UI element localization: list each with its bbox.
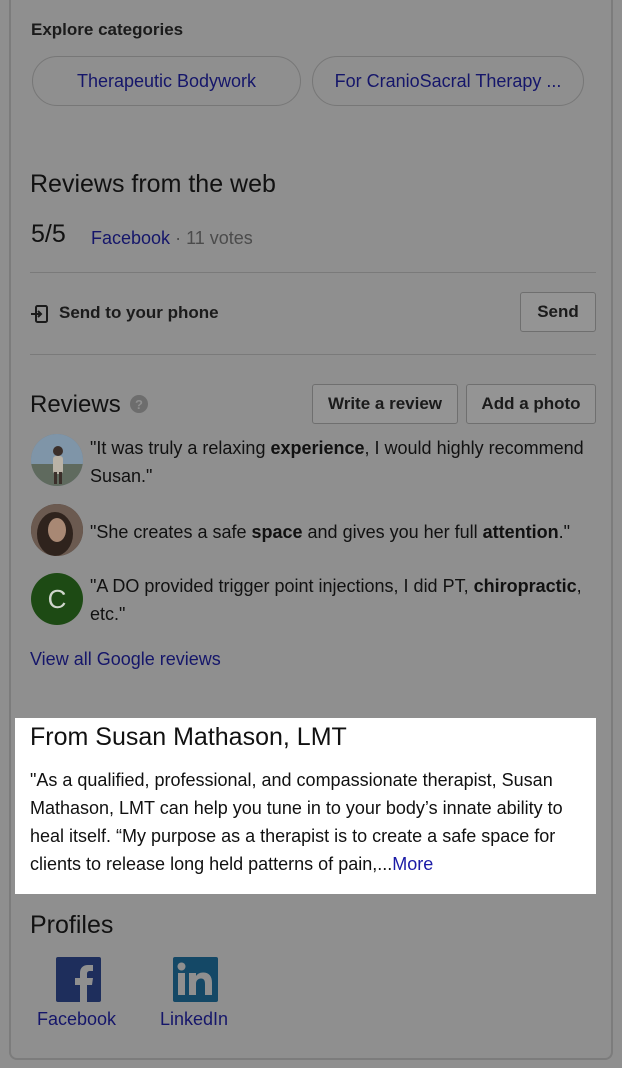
facebook-rating-link[interactable]: Facebook [91, 228, 170, 248]
divider [30, 354, 596, 355]
description-text: "As a qualified, professional, and compa… [30, 770, 563, 874]
review-snippet: "She creates a safe space and gives you … [90, 518, 600, 546]
vote-count: · 11 votes [175, 228, 253, 248]
review-text: "She creates a safe [90, 522, 252, 542]
chip-label: For CranioSacral Therapy ... [334, 70, 562, 91]
linkedin-icon[interactable] [173, 957, 218, 1002]
review-text: and gives you her full [302, 522, 483, 542]
chip-label: Therapeutic Bodywork [76, 70, 257, 91]
facebook-icon[interactable] [56, 957, 101, 1002]
web-rating-source-row: Facebook · 11 votes [91, 228, 253, 249]
from-business-description: "As a qualified, professional, and compa… [30, 766, 590, 878]
review-text: "A DO provided trigger point injections,… [90, 576, 474, 596]
more-link[interactable]: More [392, 854, 433, 874]
from-business-title: From Susan Mathason, LMT [30, 723, 347, 751]
explore-categories-heading: Explore categories [31, 20, 184, 39]
reviewer-avatar [31, 434, 83, 486]
reviewer-avatar [31, 504, 83, 556]
category-chip-craniosacral[interactable]: For CranioSacral Therapy ... [312, 56, 584, 106]
review-highlight: attention [482, 522, 559, 542]
help-icon[interactable]: ? [130, 395, 148, 413]
profiles-heading: Profiles [30, 911, 114, 939]
reviewer-avatar-letter: C [31, 573, 83, 625]
send-to-phone-icon [30, 304, 50, 324]
reviews-heading: Reviews [30, 391, 121, 418]
review-text: ." [558, 522, 571, 542]
view-all-reviews-link[interactable]: View all Google reviews [30, 649, 221, 670]
linkedin-profile-link[interactable]: LinkedIn [160, 1009, 228, 1030]
review-highlight: experience [270, 438, 365, 458]
facebook-profile-link[interactable]: Facebook [37, 1009, 116, 1030]
review-highlight: chiropractic [473, 576, 577, 596]
write-review-button[interactable]: Write a review [312, 384, 458, 424]
review-snippet: "It was truly a relaxing experience, I w… [90, 434, 600, 490]
send-to-phone-label: Send to your phone [59, 303, 219, 322]
web-rating-score: 5/5 [31, 220, 66, 248]
category-chip-therapeutic-bodywork[interactable]: Therapeutic Bodywork [32, 56, 301, 106]
add-photo-button[interactable]: Add a photo [466, 384, 596, 424]
divider [30, 272, 596, 273]
review-snippet: "A DO provided trigger point injections,… [90, 572, 600, 628]
review-highlight: space [251, 522, 303, 542]
send-button[interactable]: Send [520, 292, 596, 332]
reviews-from-web-heading: Reviews from the web [30, 170, 276, 198]
review-text: "It was truly a relaxing [90, 438, 271, 458]
